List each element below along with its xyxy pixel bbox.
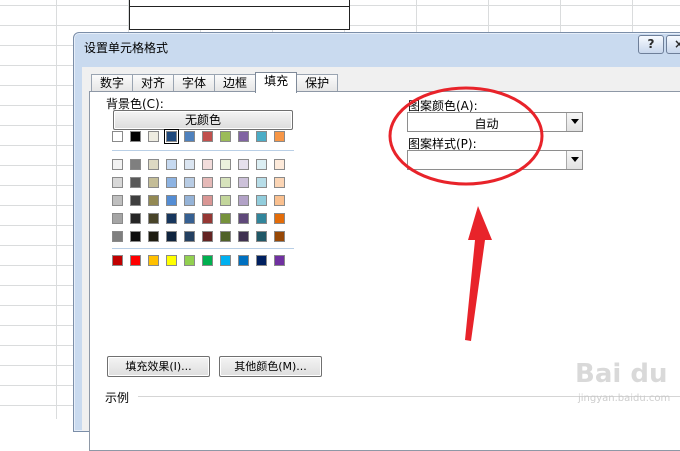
- theme-color-swatch[interactable]: [130, 131, 141, 142]
- selected-cell[interactable]: [129, 0, 350, 30]
- theme-tint-swatch[interactable]: [166, 159, 177, 170]
- theme-tint-swatch[interactable]: [148, 231, 159, 242]
- standard-color-swatch[interactable]: [148, 255, 159, 266]
- tab-4[interactable]: 填充: [255, 72, 298, 93]
- theme-tint-swatch[interactable]: [130, 177, 141, 188]
- fill-effects-button[interactable]: 填充效果(I)...: [107, 356, 210, 377]
- theme-tint-swatch[interactable]: [112, 159, 123, 170]
- theme-tint-swatch[interactable]: [202, 213, 213, 224]
- sample-label: 示例: [105, 391, 130, 405]
- chevron-down-icon[interactable]: [566, 151, 582, 169]
- theme-tint-swatch[interactable]: [256, 177, 267, 188]
- close-button[interactable]: ×: [666, 35, 680, 54]
- no-color-button[interactable]: 无颜色: [113, 110, 293, 130]
- theme-tint-swatch[interactable]: [130, 231, 141, 242]
- chevron-down-icon[interactable]: [566, 113, 582, 131]
- theme-tint-swatch[interactable]: [166, 177, 177, 188]
- theme-color-swatch[interactable]: [148, 131, 159, 142]
- theme-color-swatch[interactable]: [202, 131, 213, 142]
- dialog-title: 设置单元格格式: [84, 41, 169, 55]
- theme-tint-swatch[interactable]: [256, 231, 267, 242]
- theme-tint-swatch[interactable]: [256, 159, 267, 170]
- theme-tint-swatch[interactable]: [202, 231, 213, 242]
- theme-tint-swatch[interactable]: [220, 231, 231, 242]
- watermark: Bai du: [575, 359, 668, 389]
- more-colors-button[interactable]: 其他颜色(M)...: [219, 356, 322, 377]
- theme-tint-swatch[interactable]: [166, 213, 177, 224]
- theme-color-swatch[interactable]: [274, 131, 285, 142]
- theme-tint-swatch[interactable]: [112, 231, 123, 242]
- theme-tint-swatch[interactable]: [238, 159, 249, 170]
- standard-color-swatch[interactable]: [202, 255, 213, 266]
- theme-tint-swatch[interactable]: [202, 177, 213, 188]
- theme-tint-swatch[interactable]: [238, 177, 249, 188]
- theme-tint-swatch[interactable]: [184, 231, 195, 242]
- theme-tint-swatch[interactable]: [148, 177, 159, 188]
- theme-color-swatch[interactable]: [184, 131, 195, 142]
- theme-tint-swatch[interactable]: [130, 213, 141, 224]
- standard-color-swatch[interactable]: [130, 255, 141, 266]
- theme-tint-swatch[interactable]: [256, 213, 267, 224]
- theme-color-swatch[interactable]: [256, 131, 267, 142]
- theme-tint-swatch[interactable]: [166, 231, 177, 242]
- theme-tint-swatch[interactable]: [220, 159, 231, 170]
- standard-color-swatch[interactable]: [238, 255, 249, 266]
- palette-separator: [112, 150, 294, 151]
- theme-tint-swatch[interactable]: [130, 195, 141, 206]
- theme-tint-swatch[interactable]: [184, 213, 195, 224]
- theme-tint-swatch[interactable]: [184, 195, 195, 206]
- theme-tint-swatch[interactable]: [274, 231, 285, 242]
- theme-tint-swatch[interactable]: [148, 159, 159, 170]
- theme-tint-swatch[interactable]: [220, 195, 231, 206]
- standard-color-swatch[interactable]: [274, 255, 285, 266]
- watermark-sub: jingyan.baidu.com: [578, 393, 671, 404]
- standard-color-swatch[interactable]: [256, 255, 267, 266]
- theme-tint-swatch[interactable]: [184, 159, 195, 170]
- theme-tint-swatch[interactable]: [220, 213, 231, 224]
- theme-tint-swatch[interactable]: [238, 231, 249, 242]
- theme-tint-swatch[interactable]: [238, 213, 249, 224]
- theme-tint-swatch[interactable]: [202, 195, 213, 206]
- pattern-color-value: 自动: [474, 117, 499, 131]
- pattern-color-select[interactable]: 自动: [407, 112, 583, 132]
- theme-color-swatch[interactable]: [238, 131, 249, 142]
- theme-tint-swatch[interactable]: [220, 177, 231, 188]
- theme-color-swatch[interactable]: [220, 131, 231, 142]
- theme-tint-swatch[interactable]: [274, 213, 285, 224]
- standard-color-swatch[interactable]: [112, 255, 123, 266]
- theme-tint-swatch[interactable]: [148, 213, 159, 224]
- theme-tint-swatch[interactable]: [256, 195, 267, 206]
- theme-color-swatch[interactable]: [112, 131, 123, 142]
- pattern-style-select[interactable]: [407, 150, 583, 170]
- theme-tint-swatch[interactable]: [130, 159, 141, 170]
- theme-tint-swatch[interactable]: [166, 195, 177, 206]
- theme-tint-swatch[interactable]: [112, 195, 123, 206]
- theme-tint-swatch[interactable]: [274, 159, 285, 170]
- theme-tint-swatch[interactable]: [112, 213, 123, 224]
- standard-color-swatch[interactable]: [220, 255, 231, 266]
- theme-color-swatch[interactable]: [164, 129, 179, 144]
- theme-tint-swatch[interactable]: [202, 159, 213, 170]
- theme-tint-swatch[interactable]: [112, 177, 123, 188]
- theme-tint-swatch[interactable]: [238, 195, 249, 206]
- standard-color-swatch[interactable]: [184, 255, 195, 266]
- theme-tint-swatch[interactable]: [148, 195, 159, 206]
- standard-color-swatch[interactable]: [166, 255, 177, 266]
- theme-tint-swatch[interactable]: [274, 195, 285, 206]
- tab-strip: 数字 对齐 字体 边框 填充 保护: [91, 72, 339, 93]
- help-button[interactable]: ?: [638, 35, 664, 54]
- theme-tint-swatch[interactable]: [274, 177, 285, 188]
- palette-separator: [112, 248, 294, 249]
- theme-tint-swatch[interactable]: [184, 177, 195, 188]
